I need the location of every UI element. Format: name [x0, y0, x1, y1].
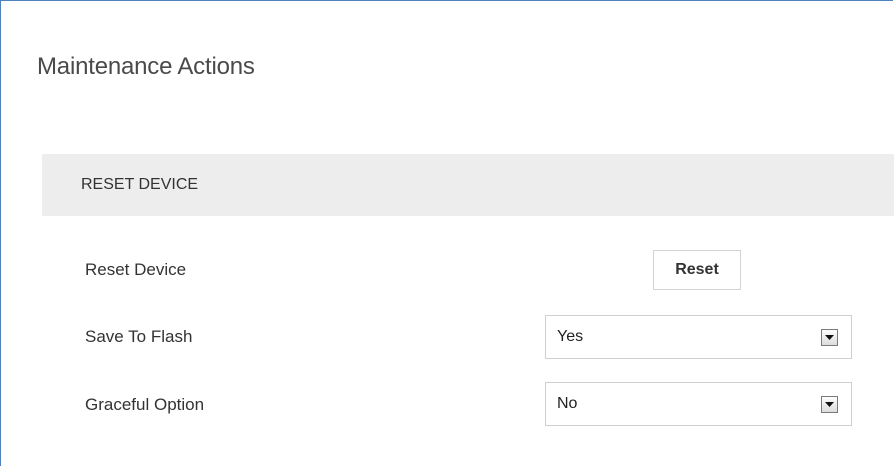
section-title: RESET DEVICE [81, 176, 199, 193]
graceful-option-select[interactable]: No [545, 382, 852, 426]
maintenance-panel: Maintenance Actions RESET DEVICE Reset D… [0, 0, 894, 466]
section-header-reset-device: RESET DEVICE [42, 154, 894, 216]
save-to-flash-value: Yes [557, 328, 584, 345]
save-to-flash-select[interactable]: Yes [545, 315, 852, 359]
chevron-down-icon[interactable] [821, 329, 838, 346]
page-title: Maintenance Actions [37, 53, 255, 80]
graceful-option-value: No [557, 395, 578, 412]
reset-button-label: Reset [675, 261, 719, 278]
graceful-option-label: Graceful Option [85, 395, 205, 414]
reset-device-label: Reset Device [85, 260, 187, 279]
save-to-flash-label: Save To Flash [85, 327, 193, 346]
chevron-down-icon[interactable] [821, 396, 838, 413]
reset-button[interactable]: Reset [653, 250, 741, 290]
